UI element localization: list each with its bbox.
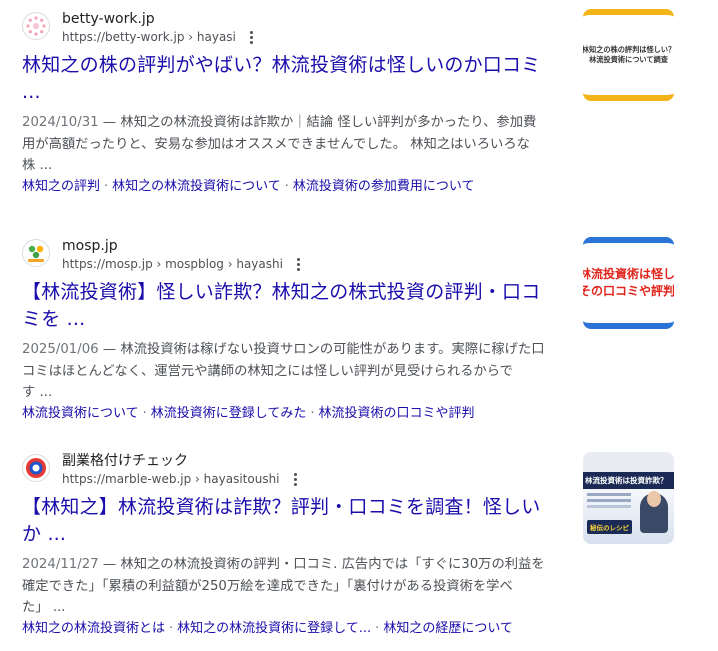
result-source[interactable]: 副業格付けチェック https://marble-web.jp › hayasi… [22, 452, 577, 488]
search-result: betty-work.jp https://betty-work.jp › ha… [22, 10, 577, 197]
person-face [647, 491, 661, 507]
result-snippet: 2025/01/06 — 林流投資術は稼げない投資サロンの可能性があります。実際… [22, 342, 545, 400]
sitelink[interactable]: 林知之の経歴について [383, 621, 513, 636]
site-name: mosp.jp [62, 238, 118, 254]
result-title-link[interactable]: 林知之の株の評判がやばい？林流投資術は怪しいのか口コミ ... [22, 52, 577, 106]
mosp-favicon [22, 239, 50, 267]
thumbnail-heading: 林流投資術は投資詐欺？ [583, 472, 674, 489]
sitelinks: 林流投資術について · 林流投資術に登録してみた · 林流投資術の口コミや評判 [22, 405, 475, 421]
sitelink[interactable]: 林知之の評判 [22, 179, 100, 194]
kebab-menu-icon[interactable] [246, 29, 258, 45]
site-name: 副業格付けチェック [62, 453, 188, 469]
kebab-menu-icon[interactable] [290, 471, 302, 487]
search-result: mosp.jp https://mosp.jp › mospblog › hay… [22, 237, 577, 424]
result-thumbnail[interactable]: 林流投資術は怪しい その口コミや評判を [583, 237, 674, 329]
result-date: 2024/11/27 [22, 557, 99, 572]
kebab-menu-icon[interactable] [293, 256, 305, 272]
title-line: ミを ... [22, 308, 86, 330]
site-url: https://mosp.jp › mospblog › hayashi [62, 257, 283, 271]
sitelink[interactable]: 林知之の林流投資術について [112, 179, 281, 194]
title-line: 【林知之】林流投資術は詐欺？評判・口コミを調査！怪しい [22, 496, 541, 518]
sitelink[interactable]: 林流投資術に登録してみた [151, 406, 307, 421]
sitelinks: 林知之の評判 · 林知之の林流投資術について · 林流投資術の参加費用について [22, 178, 475, 194]
result-source[interactable]: mosp.jp https://mosp.jp › mospblog › hay… [22, 237, 577, 273]
thumbnail-body: 秘伝のレシピ [583, 489, 674, 544]
result-date: 2025/01/06 [22, 342, 99, 357]
site-name: betty-work.jp [62, 11, 155, 27]
sitelink[interactable]: 林流投資術について [22, 406, 139, 421]
title-line: 林知之の株の評判がやばい？林流投資術は怪しいのか口コミ [22, 54, 541, 76]
result-thumbnail[interactable]: 林知之の株の評判は怪しい？ 林流投資術について調査 [583, 9, 674, 101]
result-thumbnail[interactable]: 林流投資術は投資詐欺？ 秘伝のレシピ [583, 452, 674, 544]
result-source[interactable]: betty-work.jp https://betty-work.jp › ha… [22, 10, 577, 46]
thumbnail-banner: 秘伝のレシピ [587, 520, 632, 534]
marble-web-favicon [22, 454, 50, 482]
sitelinks: 林知之の林流投資術とは · 林知之の林流投資術に登録して... · 林知之の経歴について [22, 620, 513, 636]
result-snippet: 2024/11/27 — 林知之の林流投資術の評判・口コミ. 広告内では「すぐに… [22, 557, 545, 615]
result-date: 2024/10/31 [22, 115, 99, 130]
sitelink[interactable]: 林知之の林流投資術に登録して... [177, 621, 371, 636]
betty-work-favicon [22, 12, 50, 40]
search-result: 副業格付けチェック https://marble-web.jp › hayasi… [22, 452, 577, 639]
sitelink[interactable]: 林流投資術の参加費用について [293, 179, 475, 194]
title-line: か ... [22, 523, 67, 545]
result-title-link[interactable]: 【林流投資術】怪しい詐欺？林知之の株式投資の評判・口コ ミを ... [22, 279, 577, 333]
sitelink[interactable]: 林流投資術の口コミや評判 [319, 406, 475, 421]
site-url: https://betty-work.jp › hayasi [62, 30, 236, 44]
title-line: ... [22, 81, 41, 103]
title-line: 【林流投資術】怪しい詐欺？林知之の株式投資の評判・口コ [22, 281, 541, 303]
site-url: https://marble-web.jp › hayasitoushi [62, 472, 280, 486]
sitelink[interactable]: 林知之の林流投資術とは [22, 621, 165, 636]
result-title-link[interactable]: 【林知之】林流投資術は詐欺？評判・口コミを調査！怪しい か ... [22, 494, 577, 548]
result-snippet: 2024/10/31 — 林知之の林流投資術は詐欺か｜結論 怪しい評判が多かった… [22, 115, 537, 173]
